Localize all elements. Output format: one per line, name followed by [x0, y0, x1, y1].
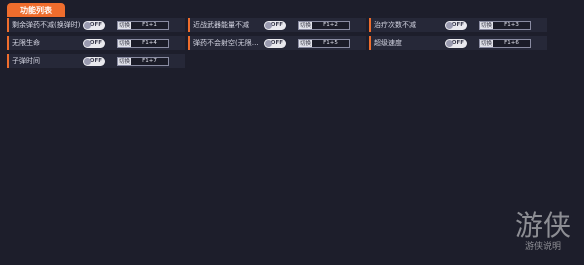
- toggle-knob: [265, 21, 272, 29]
- feature-panel: 剩余弹药不减(换弹时) OFF 切换 F1+1 近战武器能量不减 OFF 切换 …: [7, 17, 579, 72]
- feature-row-melee-energy: 近战武器能量不减 OFF 切换 F1+2: [188, 18, 366, 32]
- feature-label: 超级速度: [374, 39, 402, 47]
- feature-list-title: 功能列表: [20, 5, 52, 15]
- hotkey-switch-label: 切换: [480, 21, 493, 29]
- feature-label: 近战武器能量不减: [193, 21, 249, 29]
- feature-row-super-speed: 超级速度 OFF 切换 F1+6: [369, 36, 547, 50]
- toggle-switch[interactable]: OFF: [83, 20, 105, 30]
- toggle-state: OFF: [89, 22, 102, 28]
- hotkey-switch-label: 切换: [118, 57, 131, 65]
- hotkey-value: F1+4: [131, 39, 168, 47]
- toggle-state: OFF: [270, 40, 283, 46]
- hotkey-switch-label: 切换: [299, 39, 312, 47]
- feature-label: 治疗次数不减: [374, 21, 416, 29]
- toggle-knob: [84, 57, 91, 65]
- feature-label: 子弹时间: [12, 57, 40, 65]
- hotkey-switch-label: 切换: [118, 39, 131, 47]
- hotkey-box[interactable]: 切换 F1+2: [298, 20, 350, 30]
- toggle-state: OFF: [89, 40, 102, 46]
- toggle-knob: [84, 39, 91, 47]
- hotkey-value: F1+6: [493, 39, 530, 47]
- toggle-switch[interactable]: OFF: [83, 38, 105, 48]
- hotkey-box[interactable]: 切换 F1+6: [479, 38, 531, 48]
- hotkey-switch-label: 切换: [118, 21, 131, 29]
- site-watermark: 游侠 游侠说明: [510, 211, 576, 257]
- toggle-knob: [446, 21, 453, 29]
- hotkey-value: F1+3: [493, 21, 530, 29]
- watermark-logo: 游侠: [514, 209, 571, 242]
- toggle-switch[interactable]: OFF: [264, 20, 286, 30]
- hotkey-value: F1+7: [131, 57, 168, 65]
- hotkey-box[interactable]: 切换 F1+3: [479, 20, 531, 30]
- hotkey-switch-label: 切换: [480, 39, 493, 47]
- toggle-knob: [265, 39, 272, 47]
- hotkey-box[interactable]: 切换 F1+5: [298, 38, 350, 48]
- toggle-knob: [446, 39, 453, 47]
- feature-row-heal-count: 治疗次数不减 OFF 切换 F1+3: [369, 18, 547, 32]
- watermark-caption: 游侠说明: [524, 242, 561, 252]
- feature-row-no-empty-ammo: 弹药不会射空(无限射... OFF 切换 F1+5: [188, 36, 366, 50]
- toggle-state: OFF: [451, 22, 464, 28]
- feature-list-tab[interactable]: 功能列表: [7, 3, 65, 17]
- toggle-knob: [84, 21, 91, 29]
- toggle-state: OFF: [89, 58, 102, 64]
- feature-label: 剩余弹药不减(换弹时): [12, 21, 81, 29]
- feature-label: 弹药不会射空(无限射...: [193, 39, 264, 47]
- feature-row-ammo: 剩余弹药不减(换弹时) OFF 切换 F1+1: [7, 18, 185, 32]
- toggle-switch[interactable]: OFF: [83, 56, 105, 66]
- hotkey-box[interactable]: 切换 F1+4: [117, 38, 169, 48]
- hotkey-box[interactable]: 切换 F1+7: [117, 56, 169, 66]
- toggle-switch[interactable]: OFF: [445, 38, 467, 48]
- feature-label: 无限生命: [12, 39, 40, 47]
- toggle-state: OFF: [270, 22, 283, 28]
- feature-row-infinite-health: 无限生命 OFF 切换 F1+4: [7, 36, 185, 50]
- toggle-switch[interactable]: OFF: [445, 20, 467, 30]
- feature-row-bullet-time: 子弹时间 OFF 切换 F1+7: [7, 54, 185, 68]
- hotkey-box[interactable]: 切换 F1+1: [117, 20, 169, 30]
- hotkey-value: F1+5: [312, 39, 349, 47]
- toggle-state: OFF: [451, 40, 464, 46]
- toggle-switch[interactable]: OFF: [264, 38, 286, 48]
- hotkey-value: F1+1: [131, 21, 168, 29]
- hotkey-switch-label: 切换: [299, 21, 312, 29]
- hotkey-value: F1+2: [312, 21, 349, 29]
